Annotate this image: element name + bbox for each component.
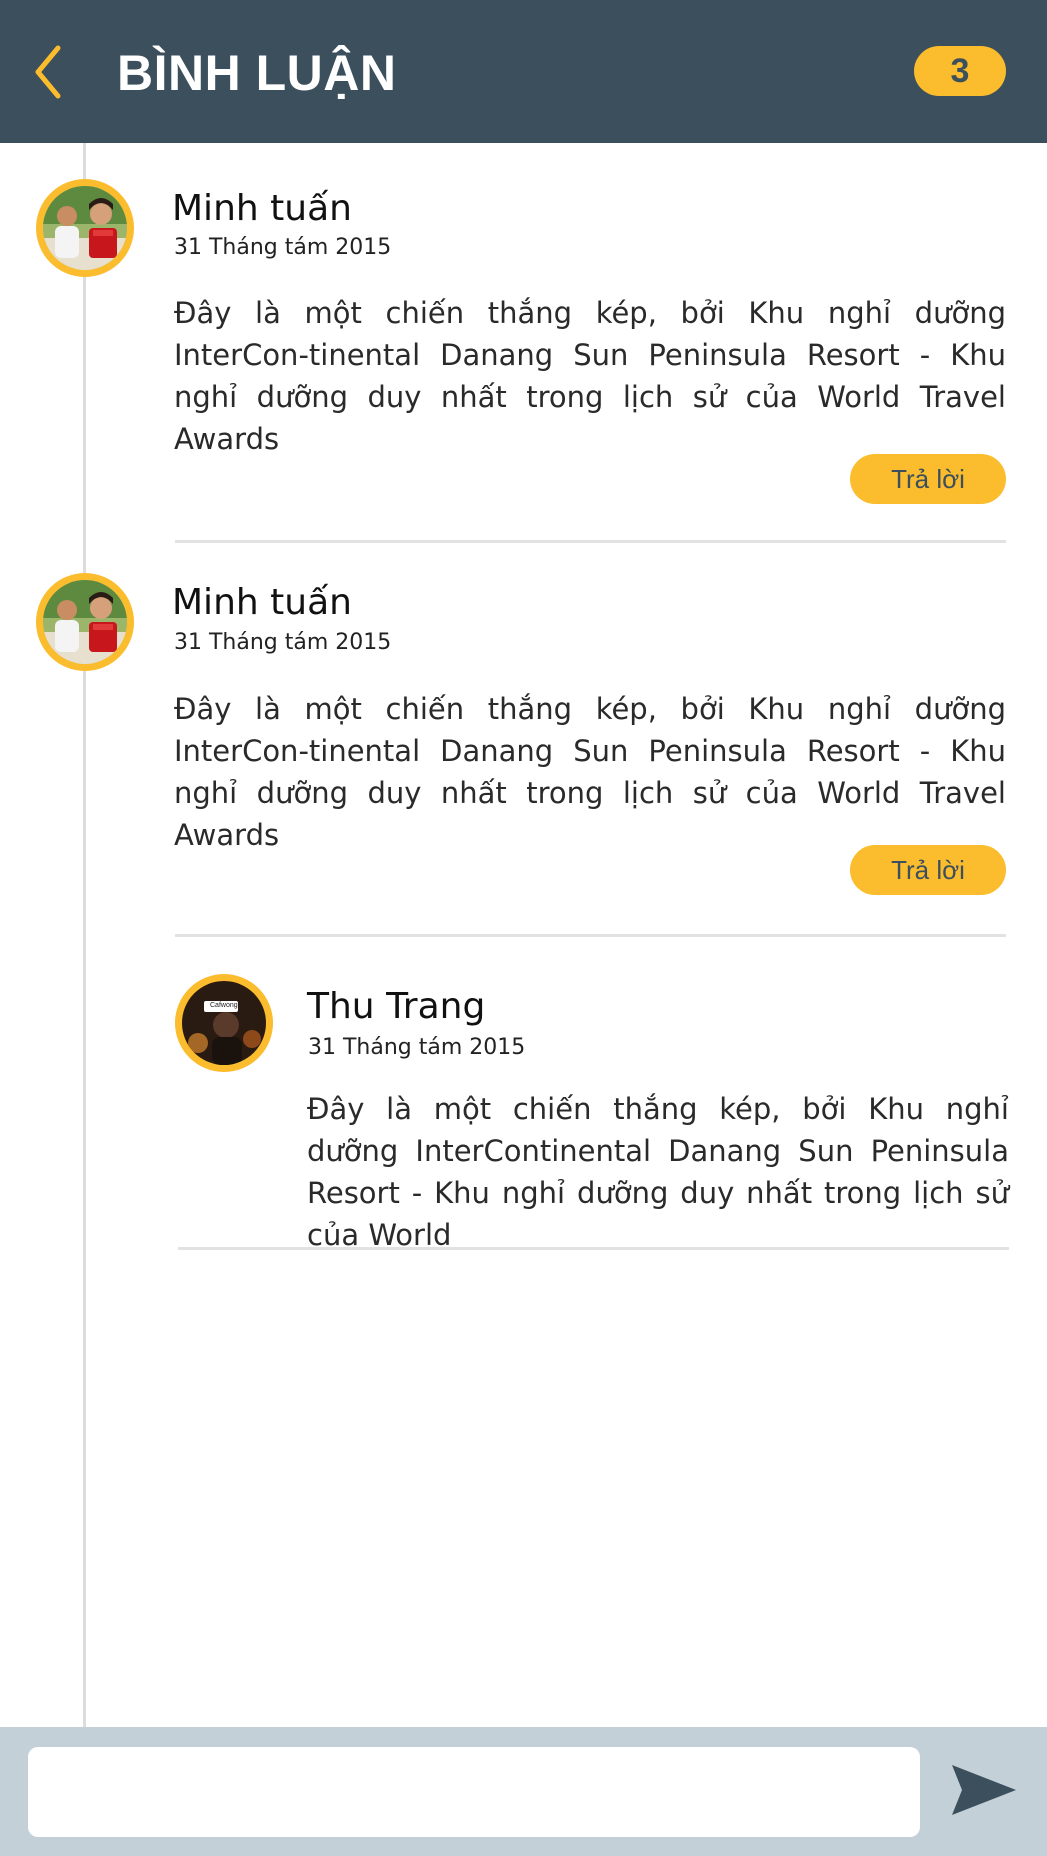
send-button[interactable] <box>946 1757 1020 1823</box>
comment-text: Đây là một chiến thắng kép, bởi Khu nghỉ… <box>174 296 1006 456</box>
avatar-caption: Cafwong <box>210 1002 238 1009</box>
page-title: BÌNH LUẬN <box>117 45 397 101</box>
timeline-line <box>83 143 86 1727</box>
avatar[interactable] <box>36 573 134 671</box>
back-button[interactable] <box>28 40 78 104</box>
reply-divider <box>178 1247 1009 1250</box>
comment-text: Đây là một chiến thắng kép, bởi Khu nghỉ… <box>174 692 1006 852</box>
user-photo-icon <box>182 981 266 1065</box>
comment-count-badge: 3 <box>914 46 1006 96</box>
avatar[interactable] <box>36 179 134 277</box>
comment-date: 31 Tháng tám 2015 <box>174 235 392 260</box>
user-photo-icon <box>43 186 127 270</box>
user-photo-icon <box>43 580 127 664</box>
comment-composer <box>0 1727 1047 1856</box>
reply-text: Đây là một chiến thắng kép, bởi Khu nghỉ… <box>307 1092 1009 1252</box>
comment-input[interactable] <box>28 1747 920 1837</box>
reply-button[interactable]: Trả lời <box>850 845 1006 895</box>
comment-date: 31 Tháng tám 2015 <box>174 630 392 655</box>
comment-author[interactable]: Minh tuấn <box>172 582 352 624</box>
send-icon <box>952 1765 1016 1815</box>
top-bar: BÌNH LUẬN 3 <box>0 0 1047 143</box>
reply-author[interactable]: Thu Trang <box>307 986 485 1028</box>
comment-divider <box>175 540 1006 543</box>
comment-divider <box>175 934 1006 937</box>
reply-button[interactable]: Trả lời <box>850 454 1006 504</box>
reply-date: 31 Tháng tám 2015 <box>308 1035 526 1060</box>
comment-author[interactable]: Minh tuấn <box>172 188 352 230</box>
avatar[interactable]: Cafwong <box>175 974 273 1072</box>
chevron-left-icon <box>35 45 61 99</box>
